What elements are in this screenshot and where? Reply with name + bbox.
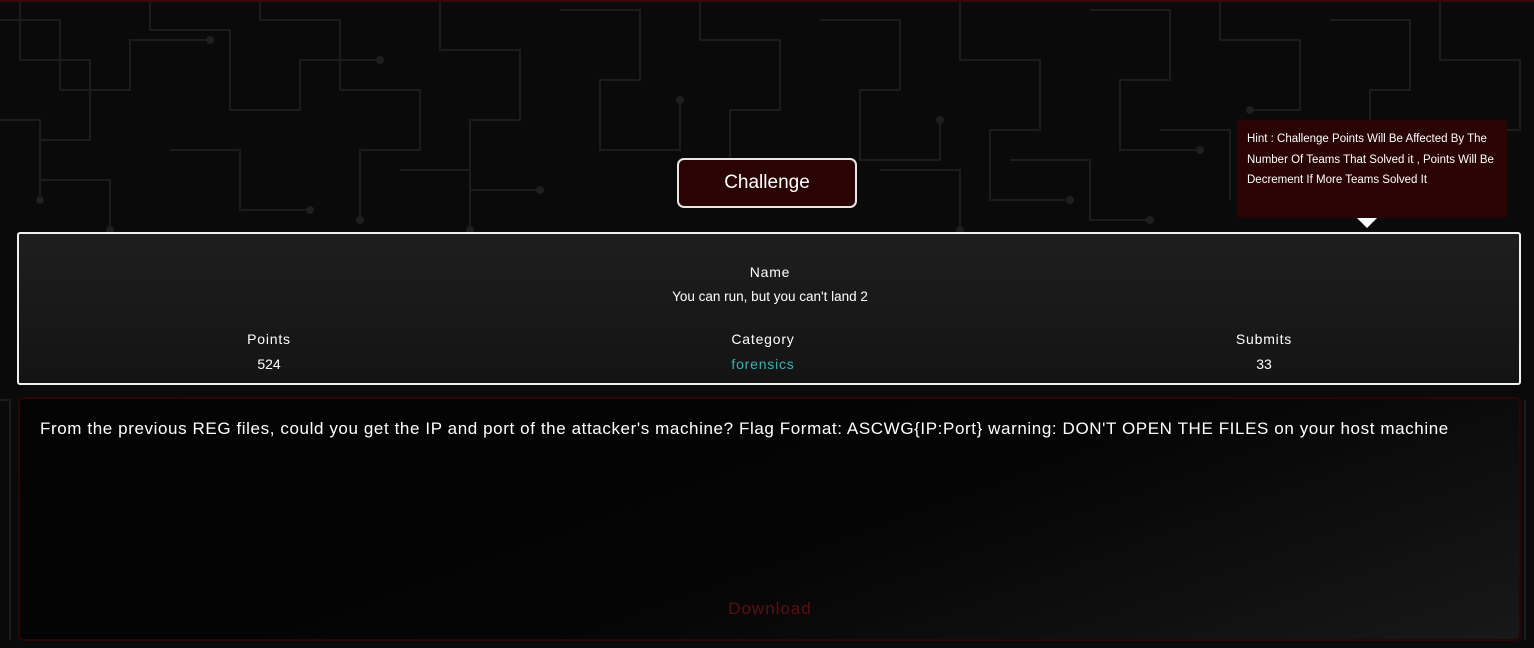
submits-label: Submits (1235, 331, 1293, 347)
category-label: Category (731, 331, 795, 347)
name-value: You can run, but you can't land 2 (672, 289, 868, 304)
points-label: Points (247, 331, 291, 347)
hint-tooltip: Hint : Challenge Points Will Be Affected… (1237, 120, 1507, 218)
category-value: forensics (731, 356, 795, 372)
submits-value: 33 (1256, 356, 1272, 372)
description-card: From the previous REG files, could you g… (18, 397, 1521, 641)
download-link[interactable]: Download (620, 599, 920, 619)
points-value: 524 (257, 356, 281, 372)
name-label: Name (749, 264, 791, 280)
caret-down-icon (1357, 218, 1377, 228)
challenge-description: From the previous REG files, could you g… (40, 419, 1449, 438)
challenge-info-card: Name You can run, but you can't land 2 P… (17, 232, 1521, 385)
challenge-title-button[interactable]: Challenge (677, 158, 857, 208)
top-border (0, 0, 1534, 2)
